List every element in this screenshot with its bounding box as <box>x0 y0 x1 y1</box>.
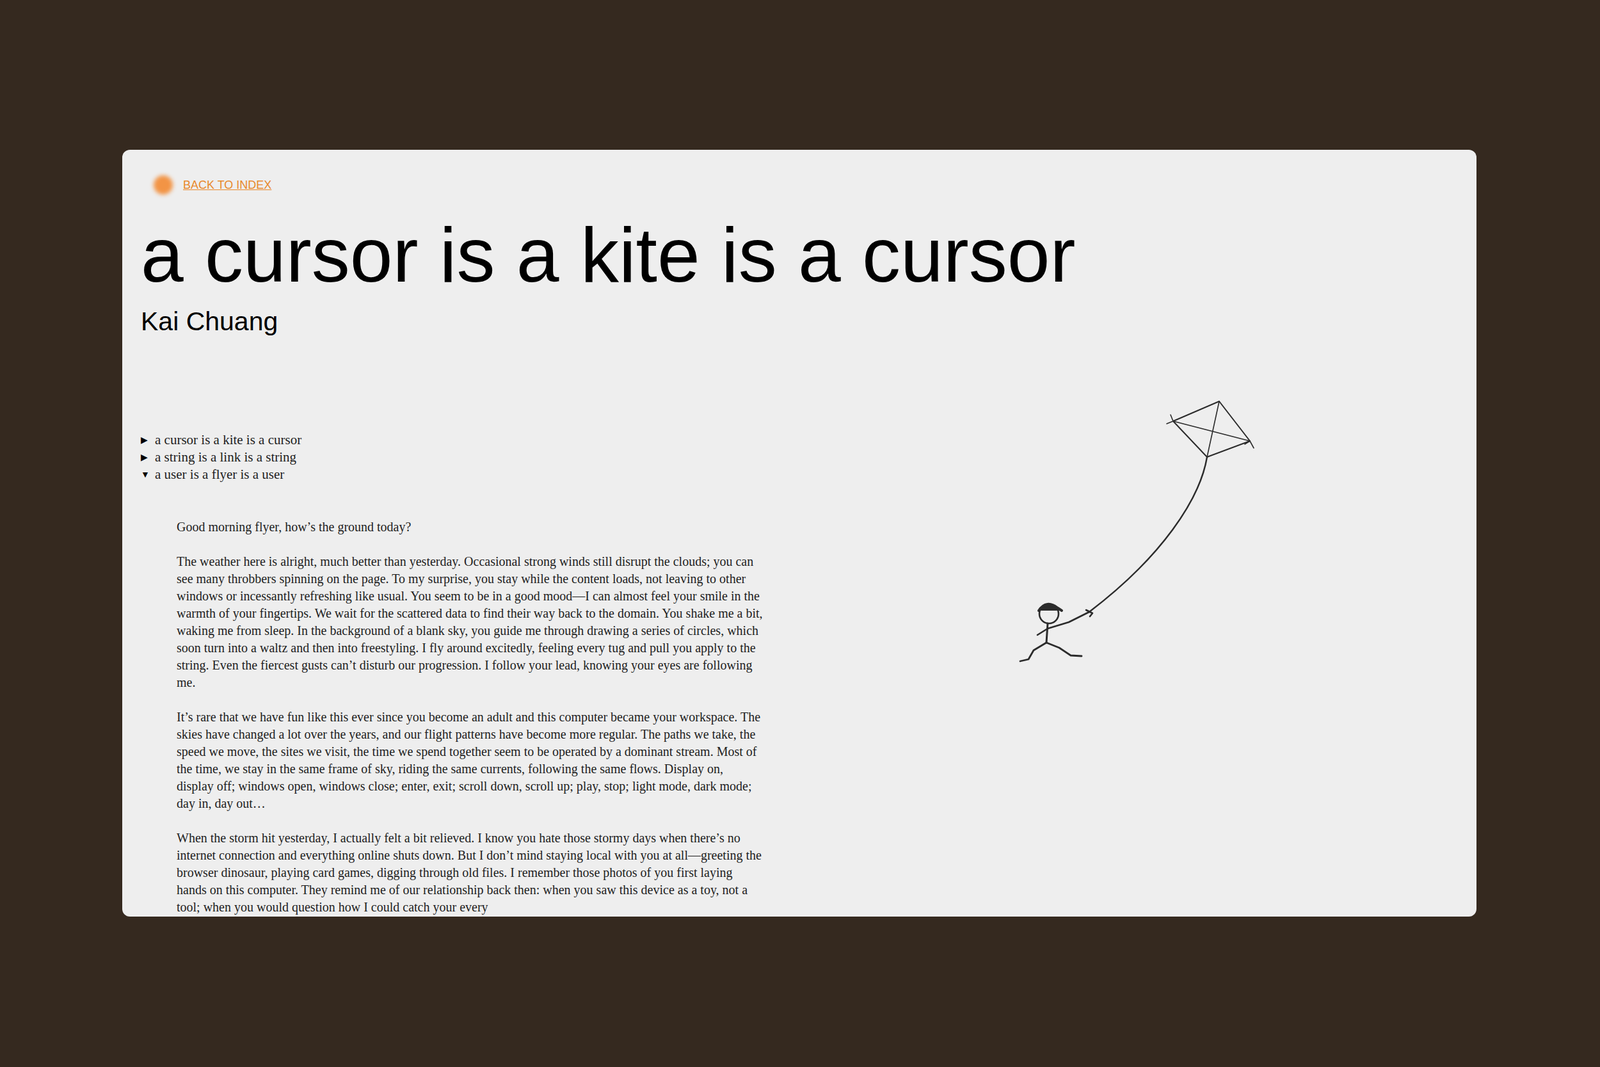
drawing-column <box>780 336 1458 917</box>
article-card: BACK TO INDEX a cursor is a kite is a cu… <box>122 149 1477 917</box>
paragraph: When the storm hit yesterday, I actually… <box>176 829 763 916</box>
disclosure-triangle-icon: ▼ <box>140 465 150 484</box>
disclosure-triangle-icon: ▶ <box>140 431 150 449</box>
back-link-row[interactable]: BACK TO INDEX <box>140 175 1458 195</box>
paragraph: It’s rare that we have fun like this eve… <box>176 708 763 813</box>
section-toggle[interactable]: ▼a user is a flyer is a user <box>140 465 781 484</box>
disclosure-triangle-icon: ▶ <box>140 448 150 466</box>
section-list: ▶a cursor is a kite is a cursor▶a string… <box>140 431 781 484</box>
article-body: Good morning flyer, how’s the ground tod… <box>140 518 763 916</box>
content-row: ▶a cursor is a kite is a cursor▶a string… <box>140 336 1458 917</box>
kite-flyer-icon <box>1014 396 1258 672</box>
section-toggle[interactable]: ▶a string is a link is a string <box>140 448 781 466</box>
section-label: a cursor is a kite is a cursor <box>154 431 302 449</box>
back-to-index-link[interactable]: BACK TO INDEX <box>183 177 272 193</box>
section-label: a string is a link is a string <box>154 448 297 466</box>
paragraph: The weather here is alright, much better… <box>176 552 763 692</box>
text-column: ▶a cursor is a kite is a cursor▶a string… <box>140 336 781 917</box>
article-title: a cursor is a kite is a cursor <box>140 216 1458 294</box>
paragraph: Good morning flyer, how’s the ground tod… <box>176 518 763 536</box>
blur-dot-icon <box>153 175 173 195</box>
section-toggle[interactable]: ▶a cursor is a kite is a cursor <box>140 431 781 449</box>
section-label: a user is a flyer is a user <box>154 465 285 484</box>
author-name: Kai Chuang <box>140 305 1458 337</box>
background-photo: BACK TO INDEX a cursor is a kite is a cu… <box>0 0 1600 1067</box>
